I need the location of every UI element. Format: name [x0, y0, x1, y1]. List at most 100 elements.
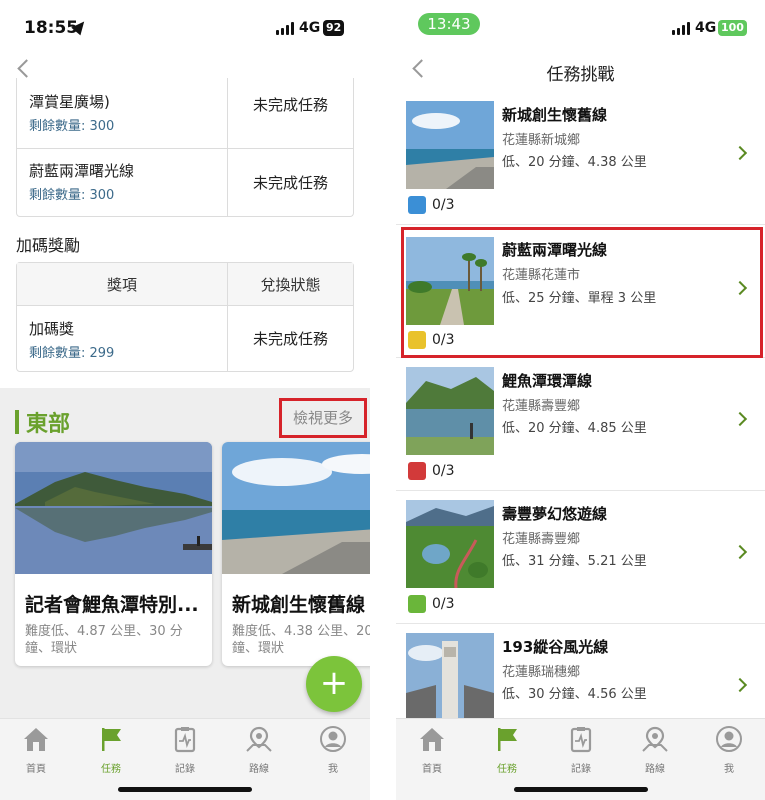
monument-thumbnail: [406, 633, 494, 721]
tab-label: 我: [724, 764, 734, 775]
tab-tasks[interactable]: 任務: [86, 725, 136, 775]
tab-routes[interactable]: 路線: [630, 725, 680, 775]
map-pin-icon: [642, 726, 668, 752]
profile-icon: [716, 726, 742, 752]
route-location: 花蓮縣壽豐鄉: [502, 532, 581, 547]
coast-thumbnail: [406, 101, 494, 189]
card-meta: 難度低、4.87 公里、30 分鐘、環狀: [25, 624, 183, 656]
back-button[interactable]: [17, 59, 36, 78]
home-indicator: [118, 787, 252, 792]
list-item[interactable]: 壽豐夢幻悠遊線 花蓮縣壽豐鄉 低、31 分鐘、5.21 公里 0/3: [396, 491, 765, 624]
list-item[interactable]: 蔚藍兩潭曙光線 花蓮縣花蓮市 低、25 分鐘、單程 3 公里 0/3: [396, 225, 765, 358]
tab-label: 記錄: [571, 764, 591, 775]
status-time: 18:55: [24, 18, 79, 38]
battery-icon: 92: [323, 20, 345, 36]
route-location: 花蓮縣新城鄉: [502, 133, 581, 148]
section-title: 東部: [26, 412, 71, 437]
tab-label: 首頁: [26, 764, 46, 775]
route-meta: 低、31 分鐘、5.21 公里: [502, 554, 647, 569]
left-phone-screen: 18:55 4G 92 潭賞星廣場) 剩餘數量: 300 未完成任務 蔚藍兩潭曙…: [0, 0, 370, 800]
route-progress: 0/3: [432, 596, 455, 612]
tab-home[interactable]: 首頁: [407, 725, 457, 775]
battery-icon: 100: [718, 20, 747, 36]
profile-icon: [320, 726, 346, 752]
table-row: 加碼獎 剩餘數量: 299 未完成任務: [17, 305, 353, 371]
map-pin-icon: [246, 726, 272, 752]
route-badge-icon: [408, 462, 426, 480]
route-card[interactable]: 記者會鯉魚潭特別... 難度低、4.87 公里、30 分鐘、環狀: [15, 442, 212, 666]
status-bar: 18:55 4G 92: [0, 0, 370, 56]
add-button[interactable]: +: [306, 656, 362, 712]
tab-routes[interactable]: 路線: [234, 725, 284, 775]
park-thumbnail: [406, 500, 494, 588]
tab-records[interactable]: 記錄: [160, 725, 210, 775]
home-indicator: [513, 787, 648, 792]
tab-label: 任務: [497, 764, 517, 775]
tab-label: 首頁: [422, 764, 442, 775]
header-status: 兌換狀態: [228, 263, 353, 305]
route-progress: 0/3: [432, 463, 455, 479]
bonus-heading: 加碼獎勵: [16, 236, 81, 255]
bonus-status: 未完成任務: [252, 330, 328, 348]
chevron-right-icon: [732, 145, 748, 161]
route-meta: 低、20 分鐘、4.38 公里: [502, 155, 647, 170]
list-item[interactable]: 新城創生懷舊線 花蓮縣新城鄉 低、20 分鐘、4.38 公里 0/3: [396, 92, 765, 225]
tab-profile[interactable]: 我: [704, 725, 754, 775]
tab-label: 任務: [101, 764, 121, 775]
task-table: 潭賞星廣場) 剩餘數量: 300 未完成任務 蔚藍兩潭曙光線 剩餘數量: 300…: [16, 78, 354, 217]
signal-icon: [276, 22, 294, 35]
route-meta: 低、20 分鐘、4.85 公里: [502, 421, 647, 436]
chevron-right-icon: [732, 677, 748, 693]
lake-mountain-image: [15, 442, 212, 574]
task-remaining: 剩餘數量: 300: [29, 119, 115, 134]
card-title: 記者會鯉魚潭特別...: [25, 594, 199, 616]
tab-home[interactable]: 首頁: [11, 725, 61, 775]
lake-thumbnail: [406, 367, 494, 455]
table-header: 獎項 兌換狀態: [17, 263, 353, 305]
tab-bar: 首頁 任務 記錄 路線 我: [396, 718, 765, 800]
route-location: 花蓮縣壽豐鄉: [502, 399, 581, 414]
chevron-right-icon: [732, 411, 748, 427]
flag-icon: [498, 728, 517, 751]
network-label: 4G: [299, 20, 321, 36]
task-remaining: 剩餘數量: 300: [29, 188, 115, 203]
home-icon: [420, 728, 444, 751]
clipboard-icon: [570, 727, 592, 753]
task-name: 蔚藍兩潭曙光線: [29, 162, 135, 180]
route-title: 新城創生懷舊線: [502, 106, 608, 124]
chevron-right-icon: [732, 544, 748, 560]
flag-icon: [102, 728, 121, 751]
bonus-table: 獎項 兌換狀態 加碼獎 剩餘數量: 299 未完成任務: [16, 262, 354, 372]
tab-label: 我: [328, 764, 338, 775]
network-label: 4G: [695, 20, 717, 36]
status-bar: 13:43 4G 100: [396, 0, 765, 56]
card-meta: 難度低、4.38 公里、20 分鐘、環狀: [232, 624, 370, 656]
route-progress: 0/3: [432, 197, 455, 213]
section-accent-bar: [15, 410, 19, 434]
tab-label: 路線: [645, 764, 665, 775]
home-icon: [24, 728, 48, 751]
tab-label: 路線: [249, 764, 269, 775]
tab-tasks[interactable]: 任務: [482, 725, 532, 775]
right-phone-screen: 13:43 4G 100 任務挑戰 新城創生懷舊線 花蓮縣新城鄉 低、20 分鐘…: [396, 0, 765, 800]
view-more-button[interactable]: 檢視更多: [279, 398, 367, 438]
list-item[interactable]: 鯉魚潭環潭線 花蓮縣壽豐鄉 低、20 分鐘、4.85 公里 0/3: [396, 358, 765, 491]
bonus-remaining: 剩餘數量: 299: [29, 346, 115, 361]
status-time: 13:43: [418, 13, 480, 35]
coast-image: [222, 442, 370, 574]
route-title: 193縱谷風光線: [502, 638, 609, 656]
tab-profile[interactable]: 我: [308, 725, 358, 775]
tab-records[interactable]: 記錄: [556, 725, 606, 775]
table-row: 潭賞星廣場) 剩餘數量: 300 未完成任務: [17, 78, 353, 148]
route-meta: 低、30 分鐘、4.56 公里: [502, 687, 647, 702]
tab-label: 記錄: [175, 764, 195, 775]
clipboard-icon: [174, 727, 196, 753]
route-list: 新城創生懷舊線 花蓮縣新城鄉 低、20 分鐘、4.38 公里 0/3 蔚藍兩潭曙…: [396, 92, 765, 757]
card-title: 新城創生懷舊線: [232, 594, 366, 616]
tab-bar: 首頁 任務 記錄 路線 我: [0, 718, 370, 800]
bonus-name: 加碼獎: [29, 320, 75, 338]
route-card[interactable]: 新城創生懷舊線 難度低、4.38 公里、20 分鐘、環狀: [222, 442, 370, 666]
route-title: 壽豐夢幻悠遊線: [502, 505, 608, 523]
route-location: 花蓮縣瑞穗鄉: [502, 665, 581, 680]
page-title: 任務挑戰: [546, 65, 615, 85]
